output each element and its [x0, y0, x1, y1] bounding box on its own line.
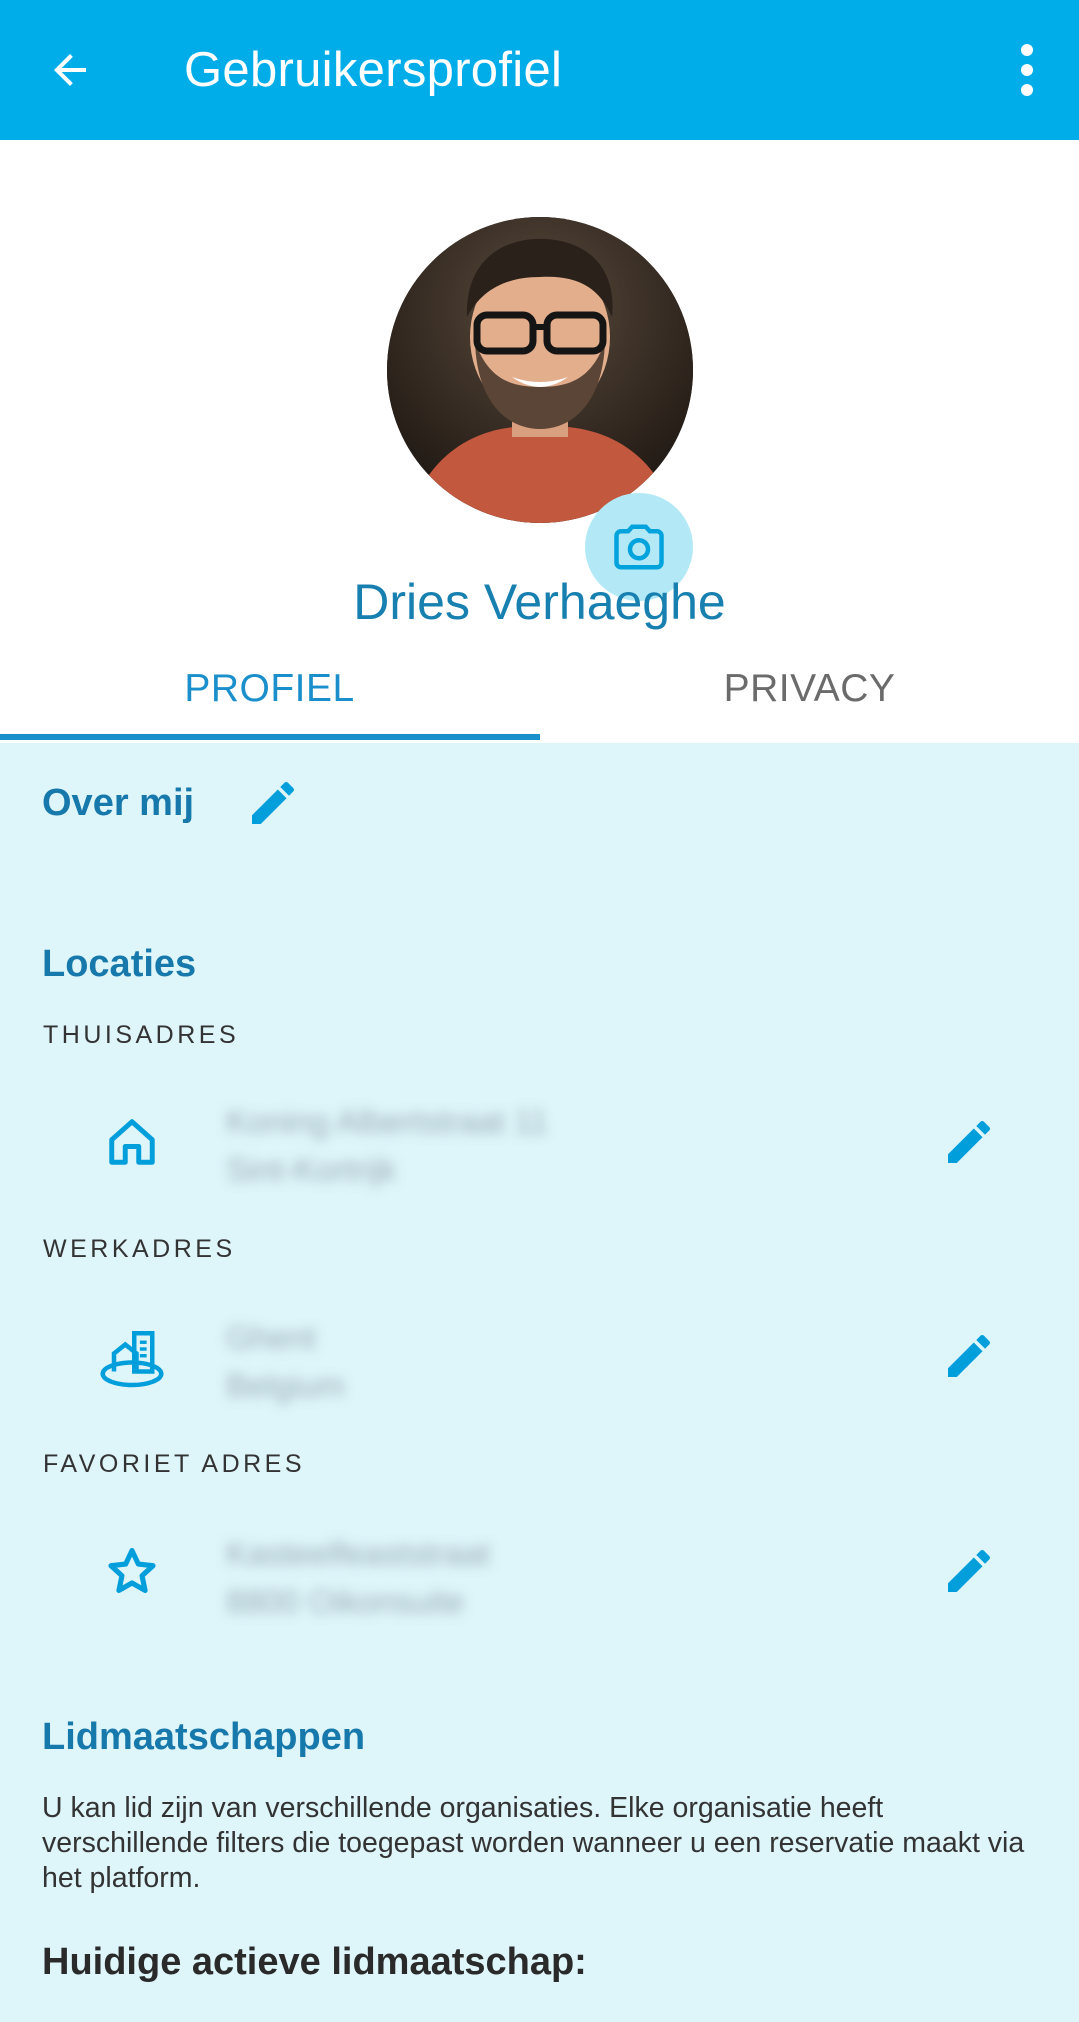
favorite-address-line2: 8800 Oikonsuite [226, 1583, 465, 1620]
tab-privacy[interactable]: PRIVACY [540, 649, 1079, 743]
avatar-photo [387, 217, 693, 523]
home-address-label: THUISADRES [43, 1021, 240, 1049]
favorite-address-label: FAVORIET ADRES [43, 1450, 306, 1478]
page-title: Gebruikersprofiel [184, 43, 563, 97]
locations-title: Locaties [42, 943, 197, 985]
home-icon [96, 1106, 168, 1178]
memberships-description: U kan lid zijn van verschillende organis… [42, 1792, 1025, 1894]
work-address-line1: Ghent [226, 1319, 316, 1356]
pencil-icon [948, 1120, 991, 1163]
about-me-title: Over mij [42, 782, 195, 824]
work-address[interactable]: Ghent Belgium [226, 1314, 345, 1410]
more-vertical-icon [1021, 44, 1033, 96]
tab-bar: PROFIEL PRIVACY [0, 649, 1079, 743]
arrow-left-icon [54, 54, 86, 86]
pencil-icon [252, 781, 295, 824]
active-tab-indicator [0, 734, 540, 740]
pencil-icon [948, 1334, 991, 1377]
tab-profiel[interactable]: PROFIEL [0, 649, 539, 743]
home-address-line2: Sint-Kortrijk [226, 1151, 397, 1188]
work-address-line2: Belgium [226, 1367, 346, 1404]
work-address-label: WERKADRES [43, 1235, 236, 1263]
office-building-icon [96, 1322, 168, 1394]
avatar[interactable] [387, 217, 693, 523]
app-bar: Gebruikersprofiel [0, 0, 1079, 140]
user-name: Dries Verhaeghe [353, 574, 726, 630]
avatar-container [387, 217, 693, 601]
more-options-button[interactable] [997, 38, 1057, 102]
active-membership-title: Huidige actieve lidmaatschap: [42, 1941, 587, 1983]
home-address-line1: Koning Albertstraat 11 [226, 1103, 549, 1140]
edit-home-address-button[interactable] [941, 1114, 997, 1170]
edit-favorite-address-button[interactable] [941, 1543, 997, 1599]
edit-work-address-button[interactable] [941, 1328, 997, 1384]
edit-about-button[interactable] [245, 775, 301, 831]
home-address[interactable]: Koning Albertstraat 11 Sint-Kortrijk [226, 1098, 548, 1194]
profile-header: Dries Verhaeghe PROFIEL PRIVACY [0, 140, 1079, 743]
back-button[interactable] [40, 40, 100, 100]
pencil-icon [948, 1549, 991, 1592]
favorite-address-line1: Kasteelfeaststraat [226, 1535, 491, 1572]
camera-icon [614, 524, 664, 570]
memberships-title: Lidmaatschappen [42, 1716, 366, 1758]
favorite-address[interactable]: Kasteelfeaststraat 8800 Oikonsuite [226, 1530, 490, 1626]
star-icon [96, 1536, 168, 1608]
